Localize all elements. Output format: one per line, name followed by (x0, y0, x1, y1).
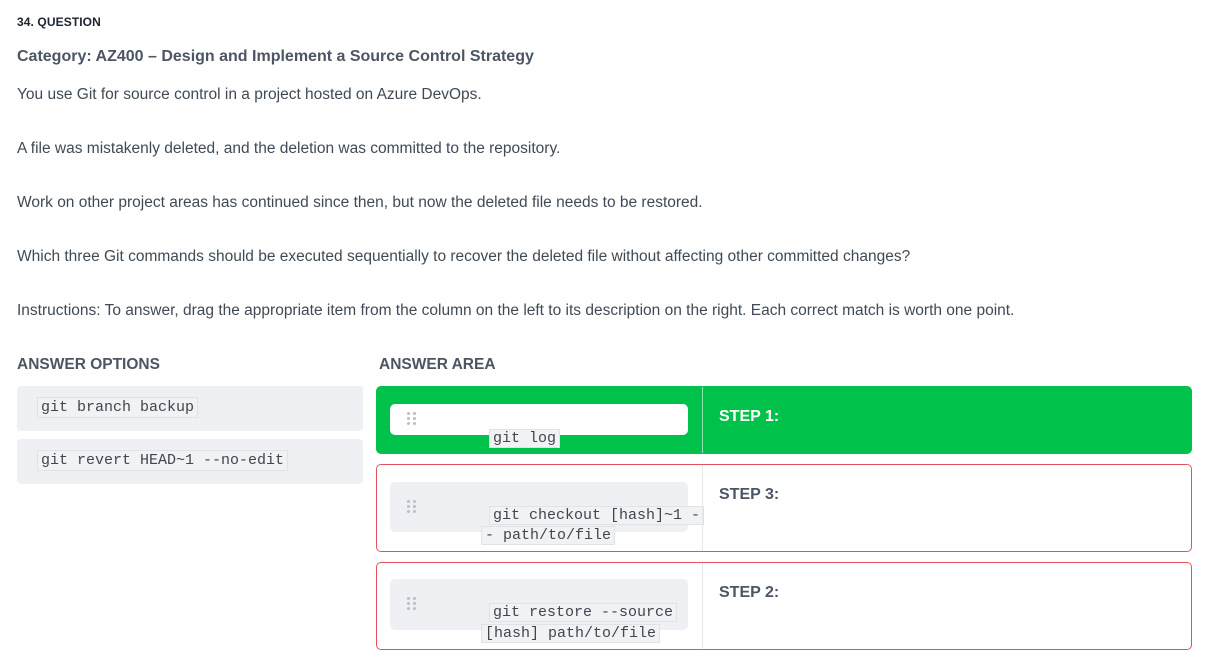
instructions-text: Instructions: To answer, drag the approp… (17, 302, 1015, 319)
placed-answer-label-continued: [hash] path/to/file (481, 624, 661, 643)
answer-area-row[interactable]: git checkout [hash]~1 - - path/to/file S… (376, 464, 1192, 552)
question-number: 34. QUESTION (17, 15, 101, 29)
row-divider (702, 387, 703, 453)
question-text-1: You use Git for source control in a proj… (17, 86, 482, 103)
answer-area-row[interactable]: git restore --source [hash] path/to/file… (376, 562, 1192, 650)
question-text-4: Which three Git commands should be execu… (17, 248, 911, 265)
step-label: STEP 3: (719, 486, 780, 503)
question-category: Category: AZ400 – Design and Implement a… (17, 48, 534, 65)
row-divider (702, 465, 703, 551)
answer-area-title: ANSWER AREA (379, 356, 496, 373)
placed-answer-item[interactable]: git checkout [hash]~1 - - path/to/file (390, 482, 705, 545)
step-label: STEP 1: (719, 408, 780, 425)
placed-answer-label: git log (489, 429, 561, 448)
answer-option[interactable]: git branch backup (17, 386, 363, 431)
step-label: STEP 2: (719, 584, 780, 601)
answer-option-label: git branch backup (37, 397, 199, 418)
answer-option[interactable]: git revert HEAD~1 --no-edit (17, 439, 363, 484)
answer-area-row[interactable]: git log STEP 1: (376, 386, 1192, 454)
placed-answer-item[interactable]: git log (390, 404, 688, 448)
grip-dots-icon[interactable] (407, 500, 417, 514)
row-divider (702, 563, 703, 649)
grip-dots-icon[interactable] (407, 412, 417, 426)
grip-dots-icon[interactable] (407, 597, 417, 611)
placed-answer-item[interactable]: git restore --source [hash] path/to/file (390, 579, 688, 643)
question-text-2: A file was mistakenly deleted, and the d… (17, 140, 561, 157)
answer-option-label: git revert HEAD~1 --no-edit (37, 450, 289, 471)
answer-options-title: ANSWER OPTIONS (17, 356, 160, 373)
placed-answer-label-continued: - path/to/file (481, 526, 616, 545)
question-text-3: Work on other project areas has continue… (17, 194, 703, 211)
